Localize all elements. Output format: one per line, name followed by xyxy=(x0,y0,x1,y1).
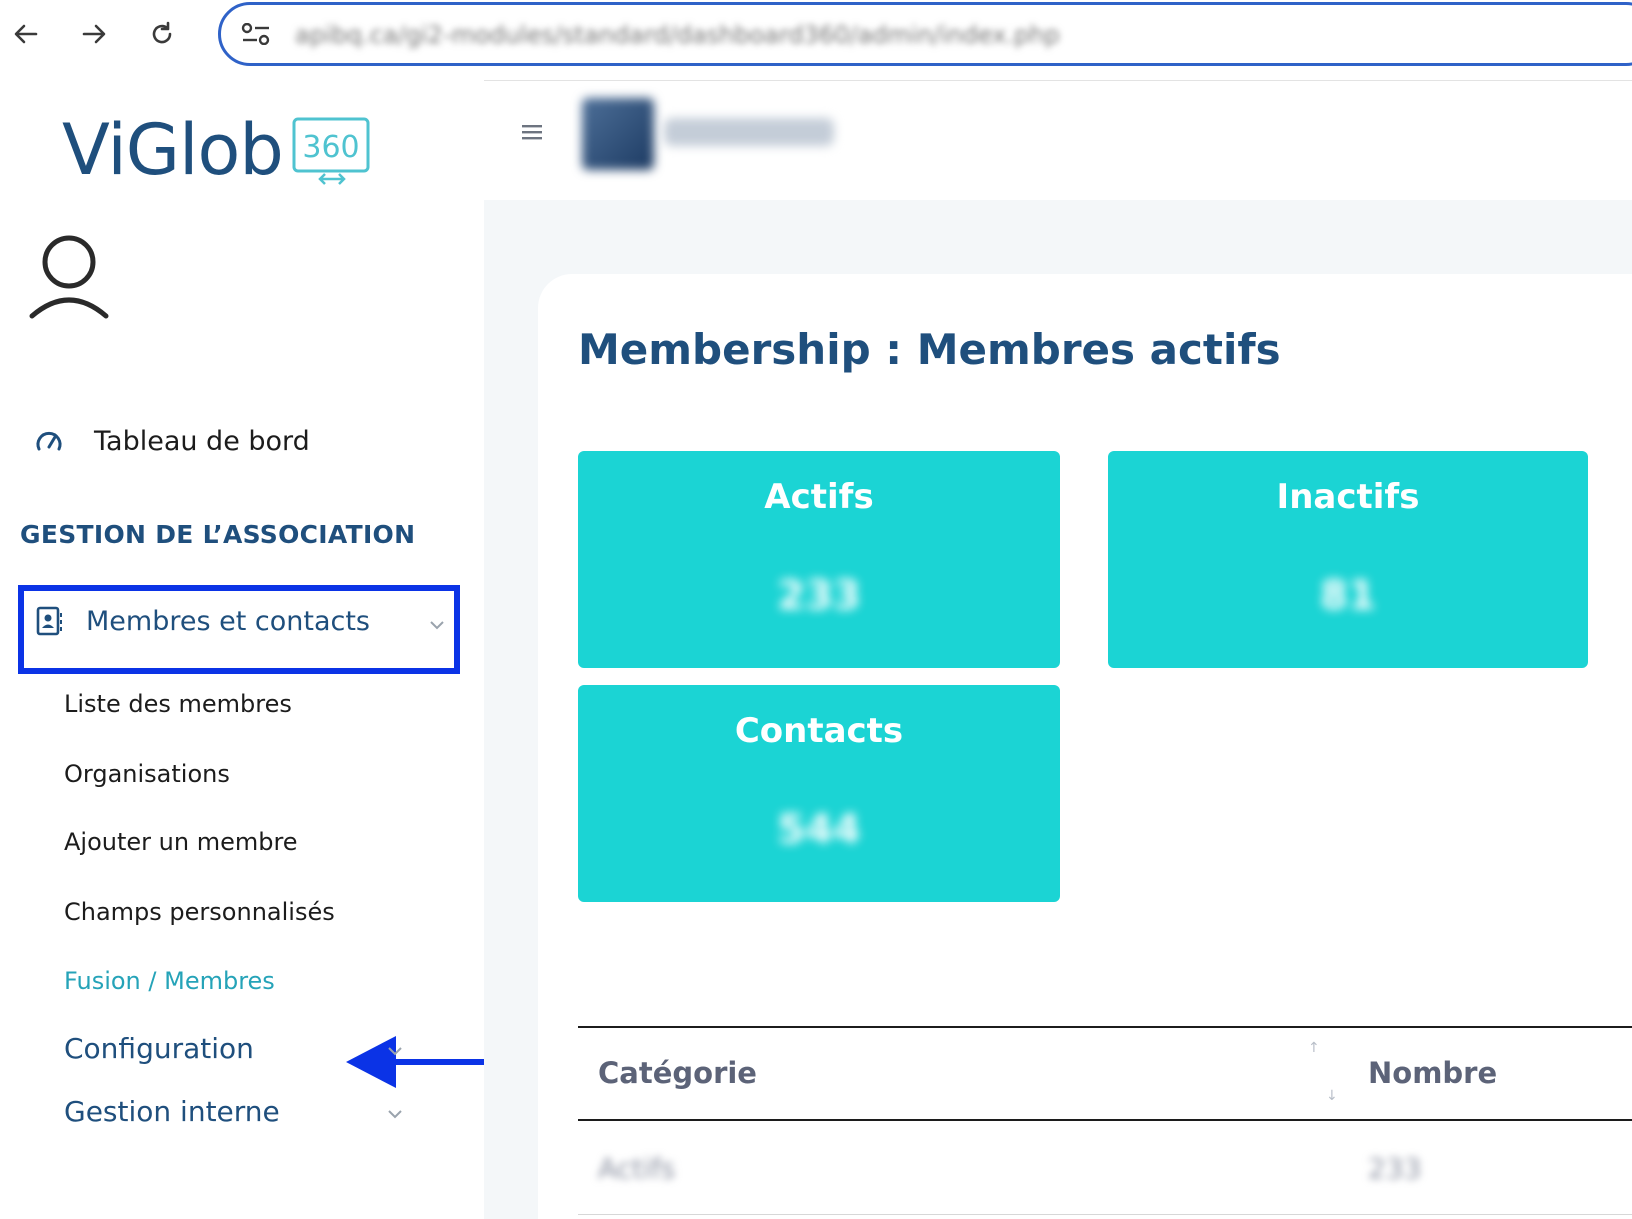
sidebar-group-members-contacts-label: Membres et contacts xyxy=(86,605,371,637)
forward-icon[interactable] xyxy=(76,16,112,52)
url-text: apibq.ca/gi2-modules/standard/dashboard3… xyxy=(295,21,1060,49)
logo-badge-icon: 360 xyxy=(292,117,370,185)
sidebar: ViGlob 360 Tableau de bord GESTION DE L’… xyxy=(0,80,508,1219)
chevron-down-icon[interactable] xyxy=(430,620,444,630)
sidebar-subitem-organisations[interactable]: Organisations xyxy=(64,760,230,788)
sidebar-item-dashboard-label: Tableau de bord xyxy=(94,426,310,457)
site-settings-icon[interactable] xyxy=(241,23,271,45)
table-row-border xyxy=(578,1214,1632,1215)
sidebar-group-members-contacts[interactable]: Membres et contacts xyxy=(34,605,370,637)
brand-logo[interactable]: ViGlob 360 xyxy=(62,100,371,200)
stat-card-value: 81 xyxy=(1320,573,1376,619)
section-title: GESTION DE L’ASSOCIATION xyxy=(20,520,416,549)
sidebar-group-configuration[interactable]: Configuration xyxy=(64,1032,254,1065)
table-top-border xyxy=(578,1026,1632,1028)
stat-card-value: 544 xyxy=(777,807,861,853)
sidebar-item-dashboard[interactable]: Tableau de bord xyxy=(34,426,310,457)
user-avatar-icon[interactable] xyxy=(28,232,110,322)
sidebar-subitem-merge-members[interactable]: Fusion / Membres xyxy=(64,967,275,995)
table-header-border xyxy=(578,1119,1632,1121)
stat-card-inactive[interactable]: Inactifs 81 xyxy=(1108,451,1588,668)
table-cell-category: Actifs xyxy=(598,1152,676,1185)
address-bar[interactable]: apibq.ca/gi2-modules/standard/dashboard3… xyxy=(218,2,1632,66)
organization-name xyxy=(664,118,834,146)
back-icon[interactable] xyxy=(8,16,44,52)
logo-badge-text: 360 xyxy=(302,130,359,165)
stat-card-value: 233 xyxy=(777,573,861,619)
sort-down-icon[interactable]: ↓ xyxy=(1326,1088,1338,1104)
sidebar-group-internal[interactable]: Gestion interne xyxy=(64,1095,280,1128)
sidebar-subitem-custom-fields[interactable]: Champs personnalisés xyxy=(64,898,335,926)
organization-logo[interactable] xyxy=(582,98,654,170)
sidebar-subitem-add-member[interactable]: Ajouter un membre xyxy=(64,828,298,856)
column-header-count[interactable]: Nombre xyxy=(1368,1056,1497,1090)
logo-text: ViGlob xyxy=(62,109,284,191)
column-header-category[interactable]: Catégorie xyxy=(598,1056,757,1090)
stat-card-label: Inactifs xyxy=(1276,477,1420,517)
stat-card-active[interactable]: Actifs 233 xyxy=(578,451,1060,668)
chevron-down-icon[interactable] xyxy=(388,1109,402,1119)
chevron-down-icon[interactable] xyxy=(388,1046,402,1056)
hamburger-menu-icon[interactable] xyxy=(520,122,546,142)
table-cell-count: 233 xyxy=(1368,1152,1422,1185)
sidebar-subitem-member-list[interactable]: Liste des membres xyxy=(64,690,292,718)
stat-card-label: Actifs xyxy=(764,477,874,517)
reload-icon[interactable] xyxy=(144,16,180,52)
browser-toolbar: apibq.ca/gi2-modules/standard/dashboard3… xyxy=(0,0,1632,81)
stat-card-contacts[interactable]: Contacts 544 xyxy=(578,685,1060,902)
stat-card-label: Contacts xyxy=(734,711,904,751)
gauge-icon xyxy=(36,431,62,450)
address-book-icon xyxy=(36,606,62,636)
page-title: Membership : Membres actifs xyxy=(578,325,1281,374)
sort-up-icon[interactable]: ↑ xyxy=(1308,1040,1320,1056)
